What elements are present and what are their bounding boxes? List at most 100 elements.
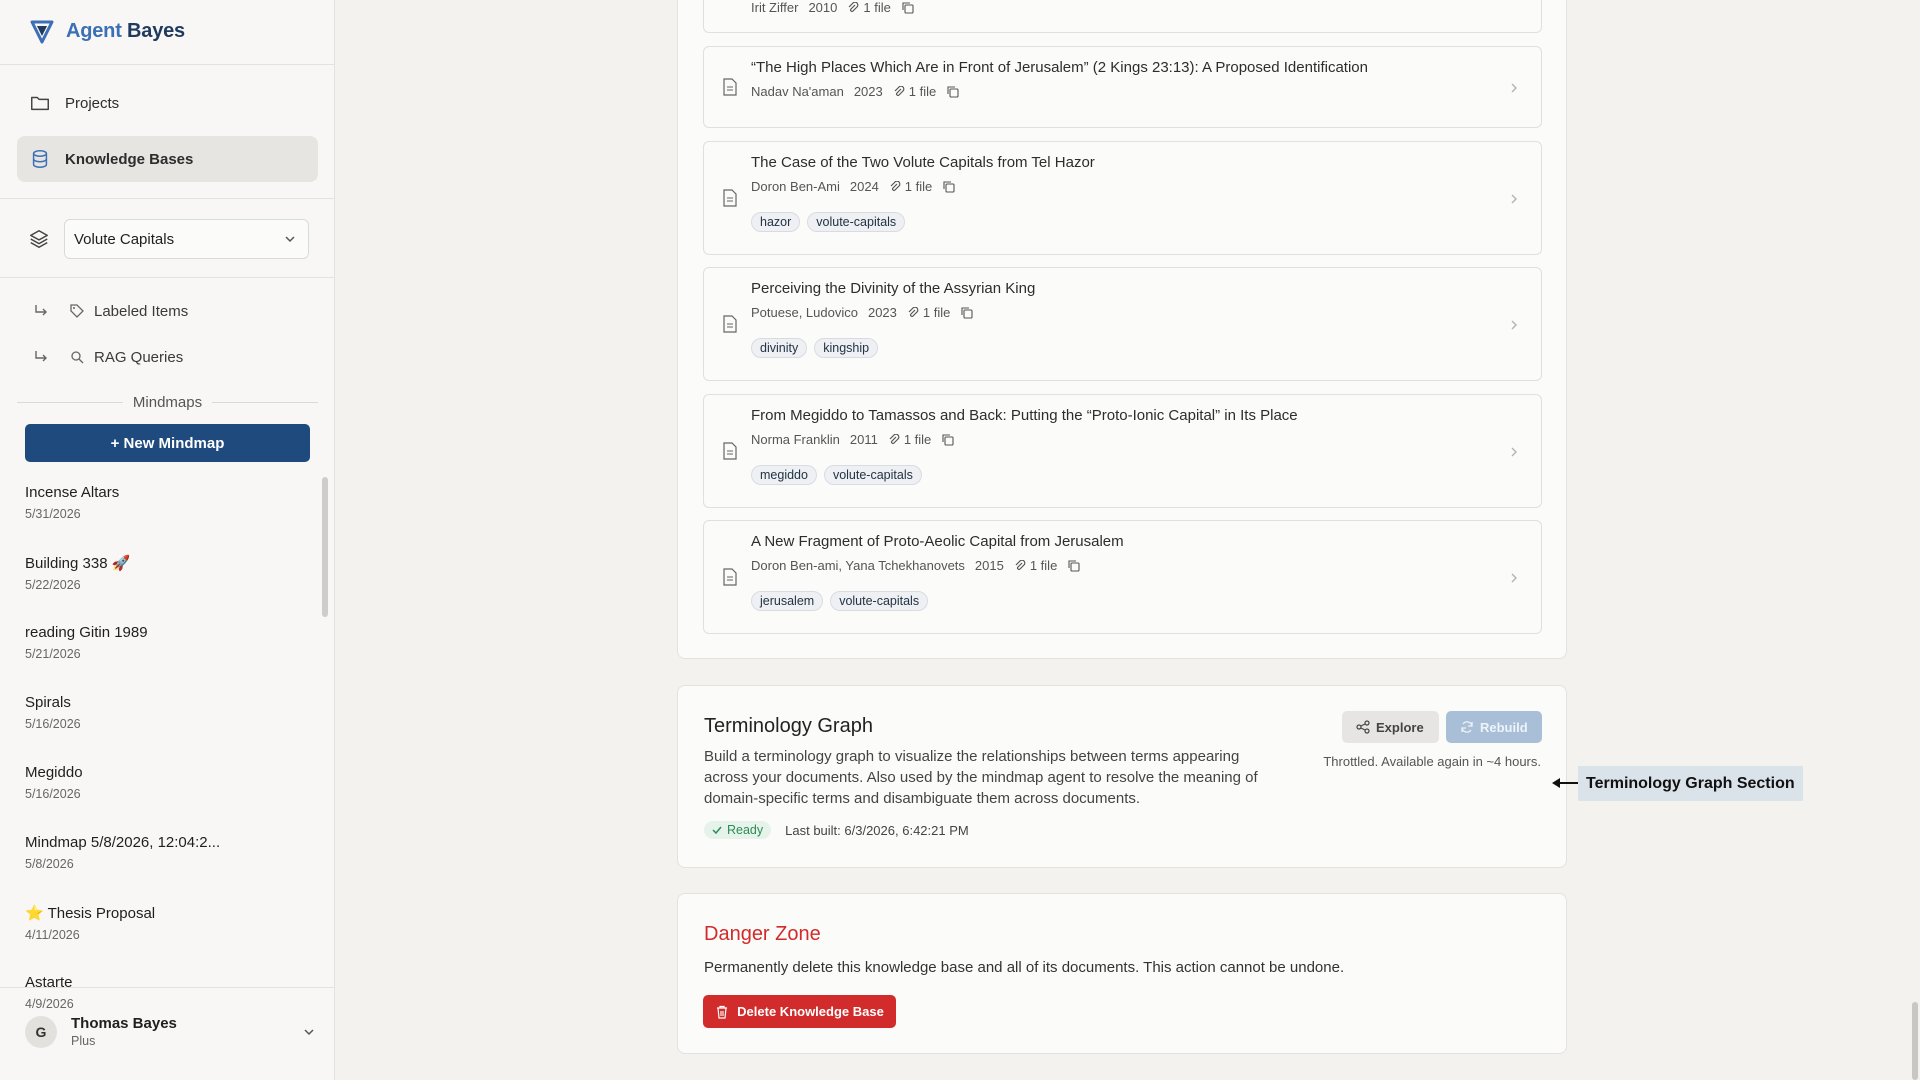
rebuild-label: Rebuild: [1480, 719, 1528, 735]
document-authors: Nadav Na'aman: [751, 84, 844, 99]
document-title[interactable]: “The High Places Which Are in Front of J…: [751, 59, 1368, 76]
mindmap-title: reading Gitin 1989: [25, 624, 148, 641]
mindmaps-header: Mindmaps: [17, 394, 319, 411]
mindmap-date: 4/9/2026: [25, 997, 74, 1011]
document-files: 1 file: [908, 84, 937, 99]
document-row[interactable]: The Case of the Two Volute Capitals from…: [703, 141, 1542, 255]
document-files: 1 file: [904, 179, 933, 194]
tag-badge[interactable]: volute-capitals: [830, 591, 929, 611]
labeled-items-label: Labeled Items: [94, 302, 189, 320]
copy-icon[interactable]: [901, 1, 914, 14]
document-row[interactable]: Irit Ziffer 2010 1 file: [703, 0, 1542, 33]
tag-badge[interactable]: kingship: [814, 338, 879, 358]
avatar: G: [25, 1015, 57, 1048]
divider: [0, 198, 335, 199]
sub-nav-rag-queries[interactable]: RAG Queries: [32, 348, 183, 366]
document-files: 1 file: [1029, 558, 1058, 573]
mindmap-item[interactable]: reading Gitin 1989 5/21/2026: [25, 624, 305, 685]
refresh-icon: [1461, 721, 1473, 733]
danger-zone-section: Danger Zone Permanently delete this know…: [677, 893, 1567, 1054]
paperclip-icon: [1015, 559, 1026, 570]
main-scrollbar[interactable]: [1912, 1002, 1918, 1080]
corner-down-right-icon: [35, 305, 47, 316]
copy-icon[interactable]: [941, 433, 954, 446]
mindmap-item[interactable]: Incense Altars 5/31/2026: [25, 484, 305, 545]
chevron-right-icon: [1511, 447, 1517, 457]
document-row[interactable]: A New Fragment of Proto-Aeolic Capital f…: [703, 520, 1542, 634]
rebuild-button[interactable]: Rebuild: [1446, 711, 1542, 743]
document-authors: Norma Franklin: [751, 432, 840, 447]
nav-projects[interactable]: Projects: [17, 80, 318, 126]
database-icon: [32, 150, 48, 168]
document-title[interactable]: From Megiddo to Tamassos and Back: Putti…: [751, 407, 1298, 424]
file-text-icon: [723, 442, 737, 460]
danger-title: Danger Zone: [704, 923, 821, 945]
file-text-icon: [723, 568, 737, 586]
tag-badge[interactable]: jerusalem: [751, 591, 824, 611]
explore-button[interactable]: Explore: [1342, 711, 1439, 743]
sidebar: Agent Bayes Projects Knowledge Bases Vol…: [0, 0, 335, 1080]
paperclip-icon: [848, 1, 859, 12]
user-plan: Plus: [71, 1034, 96, 1048]
tag-badge[interactable]: megiddo: [751, 465, 817, 485]
file-text-icon: [723, 315, 737, 333]
throttle-note: Throttled. Available again in ~4 hours.: [1323, 754, 1541, 769]
document-title[interactable]: The Case of the Two Volute Capitals from…: [751, 154, 1095, 171]
trash-icon: [717, 1005, 728, 1019]
divider: [0, 64, 335, 65]
tag-badge[interactable]: volute-capitals: [807, 212, 906, 232]
mindmap-item[interactable]: Spirals 5/16/2026: [25, 694, 305, 755]
terminology-description-line: Build a terminology graph to visualize t…: [704, 748, 1240, 765]
tag-badge[interactable]: volute-capitals: [823, 465, 922, 485]
document-title[interactable]: A New Fragment of Proto-Aeolic Capital f…: [751, 533, 1124, 550]
mindmap-item[interactable]: ⭐ Thesis Proposal 4/11/2026: [25, 904, 305, 965]
sub-nav-labeled-items[interactable]: Labeled Items: [32, 302, 188, 320]
tag-badge[interactable]: divinity: [751, 338, 808, 358]
danger-description: Permanently delete this knowledge base a…: [704, 959, 1345, 976]
tag-icon: [70, 304, 84, 318]
mindmap-title: Incense Altars: [25, 484, 120, 501]
document-row[interactable]: Perceiving the Divinity of the Assyrian …: [703, 267, 1542, 381]
file-text-icon: [723, 189, 737, 207]
kb-select[interactable]: Volute Capitals: [64, 219, 309, 259]
mindmap-item[interactable]: Mindmap 5/8/2026, 12:04:2... 5/8/2026: [25, 834, 305, 895]
copy-icon[interactable]: [960, 306, 973, 319]
kb-selector-row: Volute Capitals: [28, 219, 309, 259]
mindmap-date: 5/8/2026: [25, 857, 74, 871]
document-authors: Potuese, Ludovico: [751, 305, 858, 320]
annotation-label: Terminology Graph Section: [1578, 766, 1803, 801]
user-name: Thomas Bayes: [71, 1015, 177, 1032]
terminology-description-line: domain-specific terms and disambiguate t…: [704, 790, 1141, 807]
mindmap-list: Incense Altars 5/31/2026 Building 338 🚀 5/…: [25, 475, 305, 1035]
mindmap-item[interactable]: Megiddo 5/16/2026: [25, 764, 305, 825]
layers-icon: [30, 230, 48, 248]
tag-badge[interactable]: hazor: [751, 212, 801, 232]
new-mindmap-button[interactable]: + New Mindmap: [25, 424, 310, 462]
nav-knowledge-bases[interactable]: Knowledge Bases: [17, 136, 318, 182]
app-logo[interactable]: Agent Bayes: [28, 17, 185, 45]
check-icon: [712, 826, 722, 835]
mindmap-date: 4/11/2026: [25, 928, 80, 942]
document-year: 2015: [974, 558, 1004, 573]
sidebar-scrollbar[interactable]: [322, 477, 328, 617]
paperclip-icon: [890, 180, 901, 191]
document-title[interactable]: Perceiving the Divinity of the Assyrian …: [751, 280, 1035, 297]
nav-knowledge-bases-label: Knowledge Bases: [65, 150, 194, 168]
mindmap-title: Mindmap 5/8/2026, 12:04:2...: [25, 834, 221, 851]
chevron-right-icon: [1511, 194, 1517, 204]
mindmap-title: Spirals: [25, 694, 71, 711]
document-row[interactable]: From Megiddo to Tamassos and Back: Putti…: [703, 394, 1542, 508]
document-year: 2023: [853, 84, 883, 99]
copy-icon[interactable]: [1067, 559, 1080, 572]
mindmap-item[interactable]: Building 338 🚀 5/22/2026: [25, 554, 305, 615]
delete-knowledge-base-button[interactable]: Delete Knowledge Base: [703, 995, 896, 1028]
nav-projects-label: Projects: [65, 94, 120, 112]
user-menu[interactable]: G Thomas Bayes Plus: [25, 1015, 315, 1048]
arrow-left-icon: [1552, 778, 1578, 788]
copy-icon[interactable]: [942, 180, 955, 193]
corner-down-right-icon: [35, 351, 47, 362]
document-row[interactable]: “The High Places Which Are in Front of J…: [703, 46, 1542, 128]
mindmaps-header-label: Mindmaps: [132, 394, 203, 411]
copy-icon[interactable]: [946, 85, 959, 98]
share-icon: [1356, 720, 1370, 734]
